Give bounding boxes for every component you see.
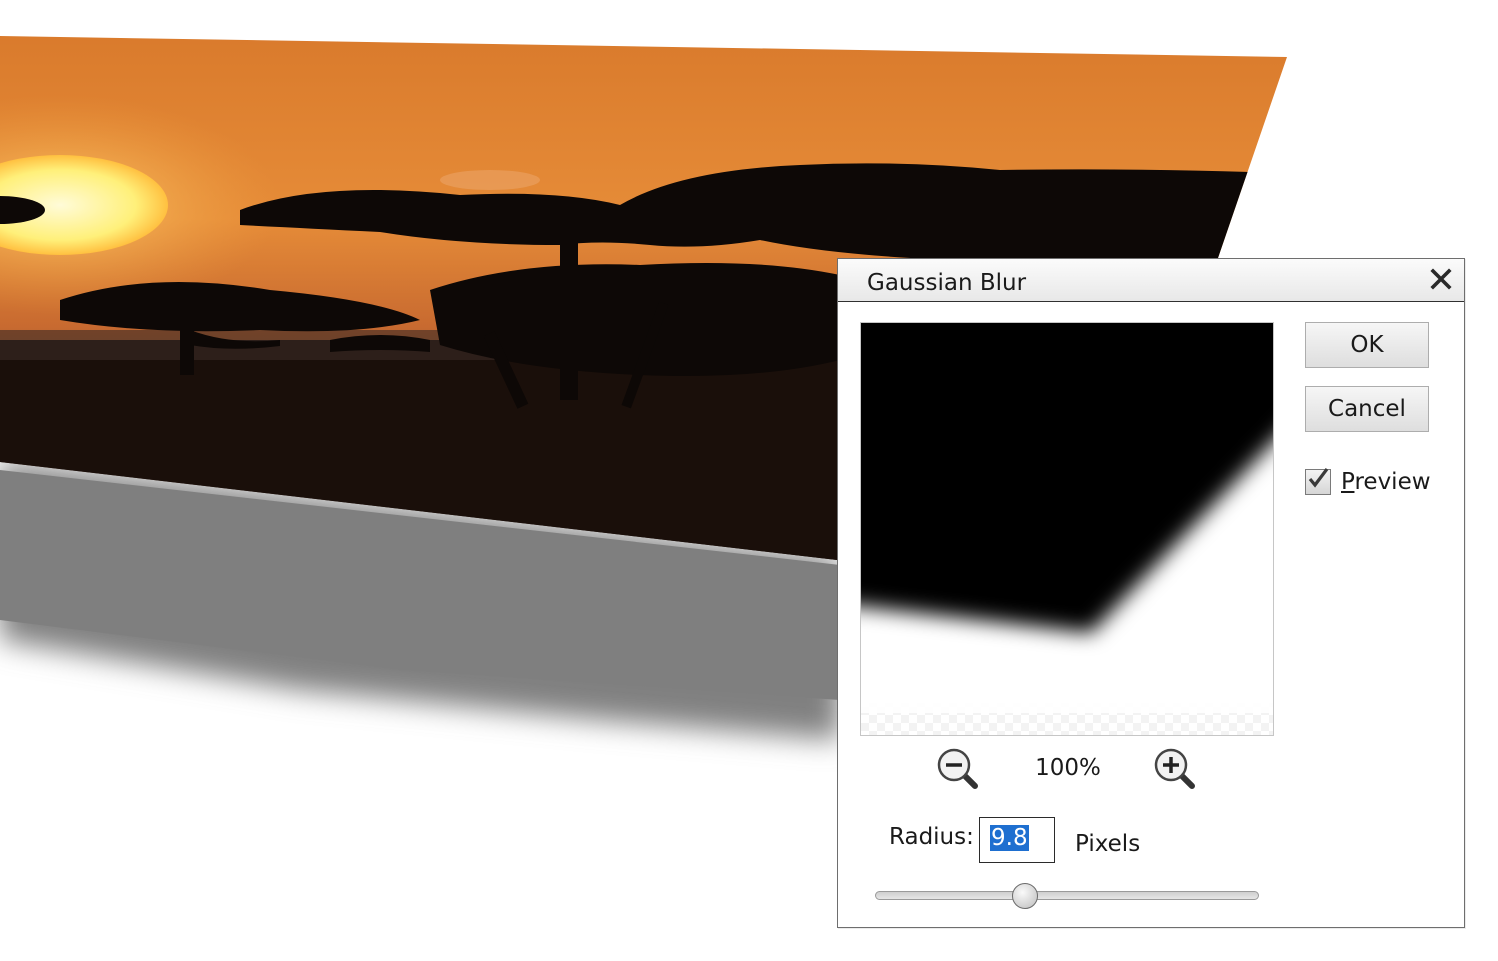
radius-value-selected: 9.8 [990,825,1029,851]
preview-checkbox[interactable] [1305,468,1331,495]
preview-label[interactable]: Preview [1341,469,1431,495]
radius-label: Radius: [889,824,974,850]
dialog-titlebar[interactable]: Gaussian Blur [838,259,1464,302]
preview-label-mnemonic: P [1341,469,1355,495]
zoom-out-button[interactable] [934,745,982,793]
radius-input[interactable]: 9.8 [979,817,1055,863]
preview-image [861,323,1273,735]
units-label: Pixels [1075,831,1141,857]
dialog-title: Gaussian Blur [867,270,1027,296]
zoom-in-button[interactable] [1151,745,1199,793]
blur-preview-pane[interactable] [860,322,1274,736]
cancel-button[interactable]: Cancel [1305,386,1429,432]
radius-slider-thumb[interactable] [1011,883,1038,909]
checkmark-icon [1308,468,1329,488]
radius-slider-track[interactable] [875,891,1259,900]
ok-button[interactable]: OK [1305,322,1429,368]
zoom-out-icon [937,748,978,789]
close-button[interactable] [1426,264,1456,294]
preview-label-rest: review [1354,469,1431,495]
gaussian-blur-dialog: Gaussian Blur 100% Radius: 9.8 Pixels OK… [837,258,1465,928]
zoom-level-readout: 100% [1035,755,1101,781]
zoom-in-icon [1154,748,1195,789]
close-icon [1430,268,1452,290]
